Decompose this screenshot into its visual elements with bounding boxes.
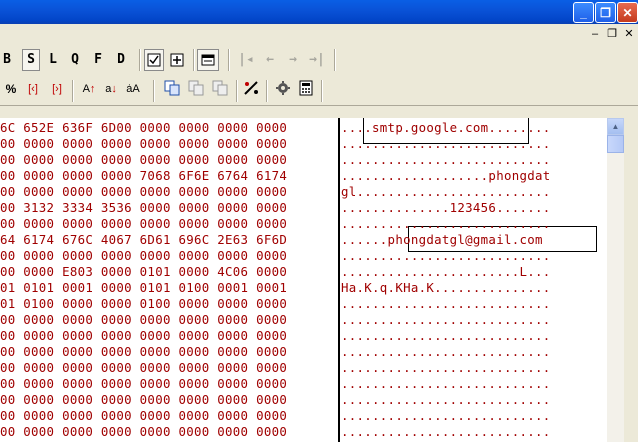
- hex-row[interactable]: 00 0000 0000 0000 0000 0000 0000 0000: [0, 136, 287, 152]
- hex-row[interactable]: 00 0000 0000 0000 0000 0000 0000 0000: [0, 424, 287, 440]
- tools-icon[interactable]: [243, 80, 261, 98]
- last-icon[interactable]: →|: [306, 49, 328, 71]
- text-pane[interactable]: ....smtp.google.com.....................…: [341, 118, 603, 442]
- text-row[interactable]: ...........................: [341, 216, 551, 232]
- text-row[interactable]: ...........................: [341, 408, 551, 424]
- hex-row[interactable]: 01 0101 0001 0000 0101 0100 0001 0001: [0, 280, 287, 296]
- text-row[interactable]: ...................phongdat: [341, 168, 551, 184]
- view-d-button[interactable]: D: [112, 49, 130, 71]
- checklist-icon[interactable]: [144, 49, 164, 71]
- sort-up-icon[interactable]: A↑: [80, 80, 98, 98]
- hex-row[interactable]: 00 0000 0000 0000 0000 0000 0000 0000: [0, 248, 287, 264]
- first-icon[interactable]: |◂: [236, 49, 256, 71]
- scroll-up-icon[interactable]: ▲: [607, 118, 624, 135]
- text-row[interactable]: Ha.K.q.KHa.K...............: [341, 280, 551, 296]
- hex-row[interactable]: 00 0000 0000 0000 0000 0000 0000 0000: [0, 216, 287, 232]
- window-frame-right: [624, 118, 638, 442]
- paste-alt-icon[interactable]: [211, 80, 229, 98]
- toolbar-separator: [139, 49, 141, 71]
- hex-row[interactable]: 00 0000 0000 0000 0000 0000 0000 0000: [0, 392, 287, 408]
- hex-row[interactable]: 00 0000 0000 0000 0000 0000 0000 0000: [0, 360, 287, 376]
- text-row[interactable]: ...........................: [341, 344, 551, 360]
- mdi-close-button[interactable]: ✕: [622, 27, 636, 41]
- hex-row[interactable]: 00 0000 0000 0000 0000 0000 0000 0000: [0, 344, 287, 360]
- hex-row[interactable]: 64 6174 676C 4067 6D61 696C 2E63 6F6D: [0, 232, 287, 248]
- hex-row[interactable]: 6C 652E 636F 6D00 0000 0000 0000 0000: [0, 120, 287, 136]
- view-l-button[interactable]: L: [44, 49, 62, 71]
- hex-editor[interactable]: 6C 652E 636F 6D00 0000 0000 0000 0000 00 …: [0, 118, 638, 442]
- view-f-button[interactable]: F: [89, 49, 107, 71]
- editor-header-gap: [0, 106, 638, 118]
- bracket-right-icon[interactable]: [›]: [48, 80, 66, 98]
- toolbar-separator: [228, 49, 230, 71]
- text-row[interactable]: ...........................: [341, 312, 551, 328]
- copy-icon[interactable]: [163, 80, 181, 98]
- toolbar-separator: [334, 49, 336, 71]
- minimize-button[interactable]: _: [573, 2, 594, 23]
- hex-row[interactable]: 00 0000 0000 0000 0000 0000 0000 0000: [0, 312, 287, 328]
- text-row[interactable]: gl.........................: [341, 184, 551, 200]
- view-q-button[interactable]: Q: [66, 49, 84, 71]
- settings-icon[interactable]: [274, 80, 292, 98]
- hex-row[interactable]: 00 0000 0000 0000 7068 6F6E 6764 6174: [0, 168, 287, 184]
- scroll-thumb[interactable]: [607, 135, 624, 153]
- toolbar-view: B S L Q F D |◂ ← → →|: [0, 45, 638, 75]
- hex-row[interactable]: 00 0000 E803 0000 0101 0000 4C06 0000: [0, 264, 287, 280]
- calculator-icon[interactable]: [297, 80, 315, 98]
- toolbar-separator: [236, 80, 238, 102]
- paste-icon[interactable]: [187, 80, 205, 98]
- percent-icon[interactable]: %: [2, 80, 20, 98]
- toolbar-separator: [266, 80, 268, 102]
- view-b-button[interactable]: B: [0, 49, 14, 71]
- text-row[interactable]: ...........................: [341, 296, 551, 312]
- hex-row[interactable]: 00 0000 0000 0000 0000 0000 0000 0000: [0, 408, 287, 424]
- hex-row[interactable]: 00 0000 0000 0000 0000 0000 0000 0000: [0, 184, 287, 200]
- text-row[interactable]: ...........................: [341, 328, 551, 344]
- sort-down-icon[interactable]: a↓: [102, 80, 120, 98]
- restore-button[interactable]: ❐: [595, 2, 616, 23]
- text-row[interactable]: ...........................: [341, 152, 551, 168]
- add-icon[interactable]: [167, 49, 187, 71]
- bracket-left-icon[interactable]: [‹]: [24, 80, 42, 98]
- window-icon[interactable]: [197, 49, 219, 71]
- pane-divider: [338, 118, 340, 442]
- text-row[interactable]: ..............123456.......: [341, 200, 551, 216]
- toolbar-separator: [153, 80, 155, 102]
- text-row[interactable]: .......................L...: [341, 264, 551, 280]
- title-bar: _ ❐ ✕: [0, 0, 638, 24]
- toolbar-separator: [72, 80, 74, 102]
- replace-text-icon[interactable]: ẚA: [124, 80, 142, 98]
- hex-row[interactable]: 00 0000 0000 0000 0000 0000 0000 0000: [0, 152, 287, 168]
- toolbar-separator: [321, 80, 323, 102]
- hex-row[interactable]: 00 0000 0000 0000 0000 0000 0000 0000: [0, 376, 287, 392]
- hex-row[interactable]: 00 3132 3334 3536 0000 0000 0000 0000: [0, 200, 287, 216]
- text-row[interactable]: ...........................: [341, 360, 551, 376]
- text-row[interactable]: ...........................: [341, 376, 551, 392]
- hex-row[interactable]: 01 0100 0000 0000 0100 0000 0000 0000: [0, 296, 287, 312]
- mdi-minimize-button[interactable]: –: [588, 27, 602, 41]
- hex-pane[interactable]: 6C 652E 636F 6D00 0000 0000 0000 0000 00 …: [0, 118, 337, 442]
- vertical-scrollbar[interactable]: ▲: [607, 118, 624, 442]
- next-icon[interactable]: →: [283, 49, 303, 71]
- text-row[interactable]: ......phongdatgl@gmail.com: [341, 232, 543, 248]
- text-row[interactable]: ...........................: [341, 424, 551, 440]
- toolbar-separator: [193, 49, 195, 71]
- text-row[interactable]: ...........................: [341, 248, 551, 264]
- text-row[interactable]: ...........................: [341, 392, 551, 408]
- prev-icon[interactable]: ←: [260, 49, 280, 71]
- text-row[interactable]: ....smtp.google.com........: [341, 120, 551, 136]
- mdi-control-bar: – ❐ ✕: [0, 24, 638, 44]
- view-s-button[interactable]: S: [22, 49, 40, 71]
- text-row[interactable]: ...........................: [341, 136, 551, 152]
- toolbar-edit: % [‹] [›] A↑ a↓ ẚA: [0, 76, 638, 106]
- mdi-restore-button[interactable]: ❐: [605, 27, 619, 41]
- hex-row[interactable]: 00 0000 0000 0000 0000 0000 0000 0000: [0, 328, 287, 344]
- close-button[interactable]: ✕: [617, 2, 638, 23]
